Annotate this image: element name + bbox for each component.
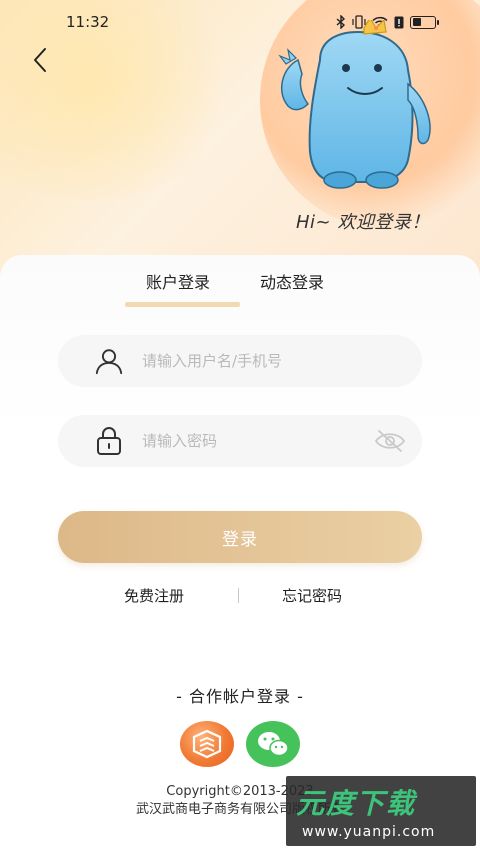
partner-login-title: - 合作帐户登录 -: [176, 687, 304, 706]
welcome-greeting: Hi~ 欢迎登录！: [296, 212, 430, 233]
login-button[interactable]: 登录: [58, 511, 422, 563]
mascot-illustration: [278, 20, 431, 189]
forgot-password-link[interactable]: 忘记密码: [282, 585, 342, 606]
login-card: 账户登录 动态登录 登录 免费注册 忘记密码 - 合作帐户登录 -: [0, 255, 480, 853]
active-tab-indicator: [125, 302, 240, 307]
eye-off-icon[interactable]: [374, 429, 406, 453]
wushang-logo-icon: [192, 729, 222, 759]
watermark-url: www.yuanpi.com: [302, 824, 436, 840]
status-time: 11:32: [66, 13, 110, 31]
lock-icon: [94, 426, 124, 456]
links-divider: [238, 588, 239, 603]
password-input[interactable]: [142, 432, 362, 450]
wushang-login-button[interactable]: [180, 721, 234, 767]
username-field[interactable]: [58, 335, 422, 387]
username-input[interactable]: [142, 352, 362, 370]
password-field[interactable]: [58, 415, 422, 467]
wechat-login-button[interactable]: [246, 721, 300, 767]
register-link[interactable]: 免费注册: [124, 585, 184, 606]
back-button[interactable]: [26, 44, 54, 76]
site-watermark: 元度下载 www.yuanpi.com: [286, 776, 476, 846]
chevron-left-icon: [34, 48, 46, 72]
watermark-brand: 元度下载: [296, 787, 417, 820]
wechat-icon: [258, 732, 289, 757]
auxiliary-links: 免费注册 忘记密码: [0, 585, 480, 609]
tab-dynamic-login[interactable]: 动态登录: [260, 269, 324, 307]
login-tabs: 账户登录 动态登录: [0, 255, 480, 310]
user-icon: [94, 346, 124, 376]
